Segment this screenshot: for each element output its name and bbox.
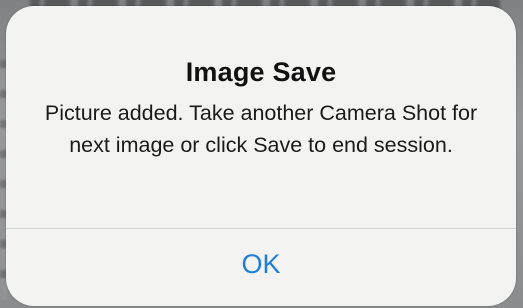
ok-button[interactable]: OK xyxy=(6,229,516,306)
alert-message: Picture added. Take another Camera Shot … xyxy=(44,101,478,157)
alert-title: Image Save xyxy=(185,57,337,87)
alert-dialog: Image Save Picture added. Take another C… xyxy=(6,6,516,306)
alert-body: Image Save Picture added. Take another C… xyxy=(6,6,516,228)
